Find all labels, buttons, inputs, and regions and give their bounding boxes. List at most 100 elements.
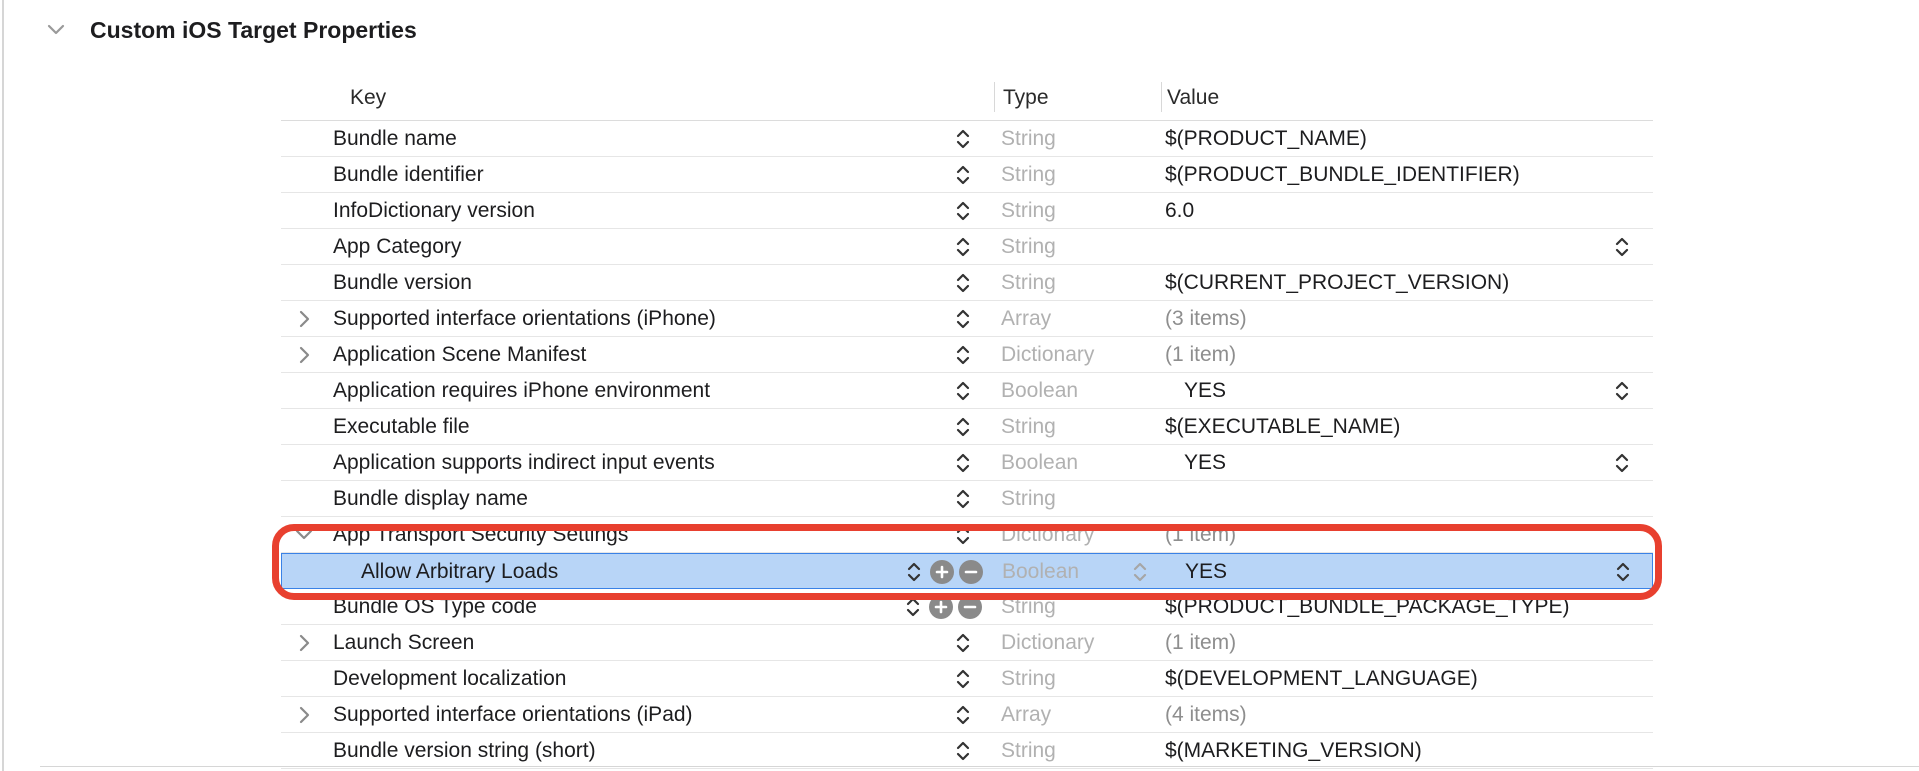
row-key[interactable]: Development localization [333, 661, 566, 696]
table-row[interactable]: Bundle identifier String $(PRODUCT_BUNDL… [281, 157, 1653, 193]
up-down-chevron-icon[interactable] [953, 485, 973, 513]
up-down-chevron-icon[interactable] [903, 593, 923, 621]
row-key[interactable]: Bundle OS Type code [333, 589, 537, 624]
table-row[interactable]: Launch Screen Dictionary (1 item) [281, 625, 1653, 661]
plus-circle-icon[interactable] [930, 560, 954, 584]
up-down-chevron-icon[interactable] [953, 377, 973, 405]
column-divider[interactable] [1161, 82, 1162, 112]
row-type: String [1001, 486, 1056, 510]
row-value[interactable]: $(MARKETING_VERSION) [1165, 733, 1422, 768]
row-value[interactable]: YES [1184, 373, 1226, 408]
value-popup-icon[interactable] [1612, 233, 1632, 261]
up-down-chevron-icon[interactable] [953, 341, 973, 369]
table-row[interactable]: Supported interface orientations (iPhone… [281, 301, 1653, 337]
table-row[interactable]: App Transport Security Settings Dictiona… [281, 517, 1653, 553]
up-down-chevron-icon[interactable] [953, 449, 973, 477]
up-down-chevron-icon[interactable] [953, 413, 973, 441]
row-key[interactable]: Application Scene Manifest [333, 337, 586, 372]
row-key[interactable]: Allow Arbitrary Loads [361, 554, 558, 589]
row-key[interactable]: Launch Screen [333, 625, 474, 660]
column-header-value[interactable]: Value [1167, 76, 1219, 120]
column-header-type[interactable]: Type [1003, 76, 1049, 120]
row-key[interactable]: Application supports indirect input even… [333, 445, 715, 480]
row-value[interactable]: YES [1185, 554, 1227, 589]
table-row[interactable]: Supported interface orientations (iPad) … [281, 697, 1653, 733]
row-value[interactable]: $(CURRENT_PROJECT_VERSION) [1165, 265, 1509, 300]
up-down-chevron-icon[interactable] [953, 197, 973, 225]
row-value[interactable]: YES [1184, 445, 1226, 480]
up-down-chevron-icon[interactable] [953, 233, 973, 261]
row-type: Dictionary [1001, 630, 1095, 654]
table-row[interactable]: Application requires iPhone environment … [281, 373, 1653, 409]
row-key[interactable]: Bundle version [333, 265, 472, 300]
row-key[interactable]: Application requires iPhone environment [333, 373, 710, 408]
up-down-chevron-icon[interactable] [953, 629, 973, 657]
chevron-down-icon[interactable] [289, 519, 319, 551]
row-key[interactable]: InfoDictionary version [333, 193, 535, 228]
up-down-chevron-icon[interactable] [953, 269, 973, 297]
type-popup-icon[interactable] [1130, 558, 1150, 586]
bottom-divider [40, 766, 1919, 767]
row-value: (1 item) [1165, 522, 1237, 546]
row-value[interactable]: $(PRODUCT_BUNDLE_PACKAGE_TYPE) [1165, 589, 1570, 624]
table-row-selected[interactable]: Allow Arbitrary Loads Boolean YES [281, 553, 1653, 589]
row-key[interactable]: Supported interface orientations (iPhone… [333, 301, 716, 336]
chevron-right-icon[interactable] [289, 699, 319, 731]
up-down-chevron-icon[interactable] [953, 737, 973, 765]
row-key[interactable]: Executable file [333, 409, 470, 444]
row-type: Boolean [1001, 378, 1079, 402]
row-type[interactable]: Boolean [1002, 554, 1079, 589]
row-type: String [1001, 594, 1056, 618]
up-down-chevron-icon[interactable] [953, 701, 973, 729]
up-down-chevron-icon[interactable] [953, 125, 973, 153]
minus-circle-icon[interactable] [959, 560, 983, 584]
row-key[interactable]: Bundle name [333, 121, 457, 156]
row-type: String [1001, 162, 1056, 186]
table-row[interactable]: Application Scene Manifest Dictionary (1… [281, 337, 1653, 373]
table-row[interactable]: Bundle version string (short) String $(M… [281, 733, 1653, 769]
table-row[interactable]: Bundle display name String [281, 481, 1653, 517]
table-row[interactable]: Bundle name String $(PRODUCT_NAME) [281, 121, 1653, 157]
table-row[interactable]: Development localization String $(DEVELO… [281, 661, 1653, 697]
table-row[interactable]: App Category String [281, 229, 1653, 265]
chevron-right-icon[interactable] [289, 339, 319, 371]
row-type: String [1001, 738, 1056, 762]
row-key[interactable]: Bundle version string (short) [333, 733, 596, 768]
chevron-down-icon[interactable] [40, 14, 72, 46]
row-key[interactable]: App Category [333, 229, 461, 264]
up-down-chevron-icon[interactable] [904, 558, 924, 586]
table-row[interactable]: Bundle OS Type code String $(PRODUCT_BUN… [281, 589, 1653, 625]
up-down-chevron-icon[interactable] [953, 665, 973, 693]
minus-circle-icon[interactable] [958, 595, 982, 619]
row-value[interactable]: 6.0 [1165, 193, 1194, 228]
row-value[interactable]: $(PRODUCT_BUNDLE_IDENTIFIER) [1165, 157, 1520, 192]
row-key[interactable]: Bundle display name [333, 481, 528, 516]
up-down-chevron-icon[interactable] [953, 305, 973, 333]
row-key[interactable]: App Transport Security Settings [333, 517, 628, 552]
row-type: String [1001, 270, 1056, 294]
row-value[interactable]: $(EXECUTABLE_NAME) [1165, 409, 1400, 444]
row-type: Array [1001, 702, 1052, 726]
row-value[interactable]: $(DEVELOPMENT_LANGUAGE) [1165, 661, 1478, 696]
left-divider [2, 0, 4, 771]
row-type: String [1001, 414, 1056, 438]
table-row[interactable]: Bundle version String $(CURRENT_PROJECT_… [281, 265, 1653, 301]
chevron-right-icon[interactable] [289, 303, 319, 335]
row-value: (4 items) [1165, 702, 1247, 726]
column-header-key[interactable]: Key [350, 76, 386, 120]
table-row[interactable]: Application supports indirect input even… [281, 445, 1653, 481]
row-value[interactable]: $(PRODUCT_NAME) [1165, 121, 1367, 156]
up-down-chevron-icon[interactable] [953, 521, 973, 549]
table-row[interactable]: Executable file String $(EXECUTABLE_NAME… [281, 409, 1653, 445]
chevron-right-icon[interactable] [289, 627, 319, 659]
plus-circle-icon[interactable] [929, 595, 953, 619]
row-key[interactable]: Supported interface orientations (iPad) [333, 697, 693, 732]
row-key[interactable]: Bundle identifier [333, 157, 484, 192]
up-down-chevron-icon[interactable] [953, 161, 973, 189]
table-row[interactable]: InfoDictionary version String 6.0 [281, 193, 1653, 229]
section-header[interactable]: Custom iOS Target Properties [40, 10, 417, 50]
value-popup-icon[interactable] [1612, 449, 1632, 477]
value-popup-icon[interactable] [1613, 558, 1633, 586]
column-divider[interactable] [994, 82, 995, 112]
value-popup-icon[interactable] [1612, 377, 1632, 405]
